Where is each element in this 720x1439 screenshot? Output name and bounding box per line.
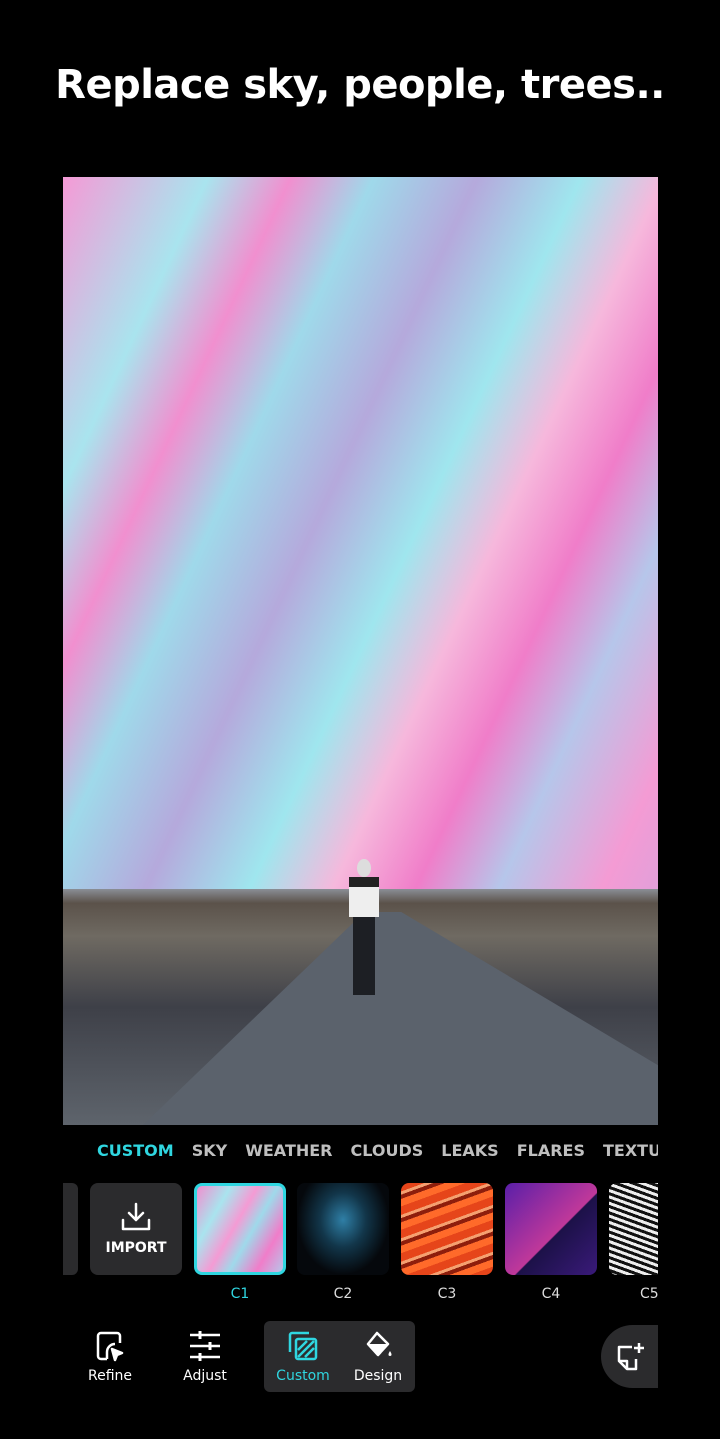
- thumbnail-label: C4: [541, 1286, 561, 1302]
- design-label: Design: [353, 1368, 403, 1384]
- thumbnail-label: C2: [333, 1286, 353, 1302]
- thumbnail-c4[interactable]: [505, 1183, 597, 1275]
- refine-icon: [96, 1331, 124, 1362]
- tab-custom[interactable]: CUSTOM: [97, 1141, 174, 1160]
- thumbnail-c2[interactable]: [297, 1183, 389, 1275]
- thumbnail-label: C5: [640, 1286, 658, 1302]
- custom-layers-icon: [288, 1331, 318, 1361]
- previous-thumbnail[interactable]: [63, 1183, 78, 1275]
- tab-sky[interactable]: SKY: [192, 1141, 228, 1160]
- download-icon: [121, 1202, 151, 1231]
- refine-button[interactable]: Refine: [70, 1330, 150, 1384]
- thumbnail-c5[interactable]: [609, 1183, 658, 1275]
- add-layer-button[interactable]: [601, 1325, 658, 1388]
- add-layer-icon: [617, 1342, 644, 1370]
- thumbnail-label: C1: [230, 1286, 250, 1302]
- refine-label: Refine: [87, 1368, 133, 1384]
- tab-leaks[interactable]: LEAKS: [441, 1141, 498, 1160]
- custom-button[interactable]: Custom: [263, 1330, 343, 1384]
- paint-bucket-icon: [366, 1331, 392, 1357]
- edited-photo[interactable]: [63, 177, 658, 1125]
- thumbnail-c1[interactable]: [194, 1183, 286, 1275]
- tab-clouds[interactable]: CLOUDS: [351, 1141, 424, 1160]
- design-button[interactable]: Design: [338, 1330, 418, 1384]
- import-label: IMPORT: [105, 1240, 167, 1256]
- person: [346, 859, 382, 997]
- headline: Replace sky, people, trees..: [55, 62, 665, 108]
- category-tabs: CUSTOM SKY WEATHER CLOUDS LEAKS FLARES T…: [97, 1141, 658, 1160]
- sliders-icon: [190, 1331, 220, 1361]
- thumbnail-c3[interactable]: [401, 1183, 493, 1275]
- import-button[interactable]: IMPORT: [90, 1183, 182, 1275]
- tab-weather[interactable]: WEATHER: [245, 1141, 332, 1160]
- adjust-label: Adjust: [183, 1368, 227, 1384]
- thumbnail-label: C3: [437, 1286, 457, 1302]
- adjust-button[interactable]: Adjust: [165, 1330, 245, 1384]
- tab-flares[interactable]: FLARES: [517, 1141, 585, 1160]
- tab-textures[interactable]: TEXTURES: [603, 1141, 658, 1160]
- custom-label: Custom: [276, 1368, 330, 1384]
